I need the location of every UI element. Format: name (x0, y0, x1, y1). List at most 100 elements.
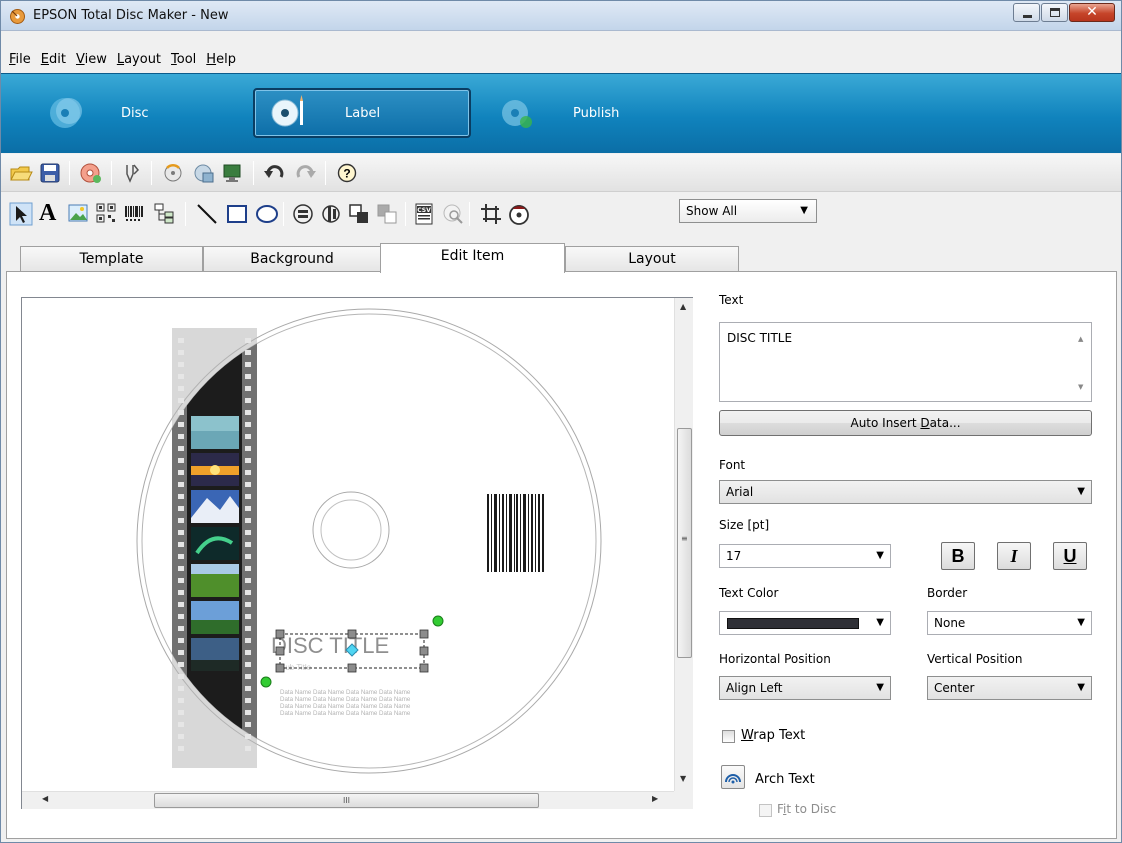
text-input-value: DISC TITLE (727, 331, 793, 345)
save-icon[interactable] (39, 162, 61, 184)
hscroll-grip: III (342, 796, 351, 805)
scrollbar-corner (674, 791, 693, 809)
text-tool-icon[interactable]: A (39, 200, 56, 227)
horizontal-scrollbar[interactable]: ◀ III ▶ (22, 791, 674, 809)
auto-insert-data-button[interactable]: Auto Insert Data... (719, 410, 1092, 436)
menu-view[interactable]: View (72, 48, 113, 72)
data-line: Data Name Data Name Data Name Data Name (280, 689, 411, 696)
horizontal-position-value: Align Left (726, 681, 783, 695)
underline-button[interactable]: U (1053, 542, 1087, 570)
line-tool-icon[interactable] (195, 202, 219, 226)
minimize-button[interactable] (1013, 3, 1040, 22)
disc-print-icon[interactable] (79, 162, 103, 184)
select-pointer-icon[interactable] (9, 202, 33, 226)
window-title: EPSON Total Disc Maker - New (33, 8, 229, 23)
scroll-down-icon[interactable]: ▼ (1078, 383, 1083, 391)
tab-edit-item[interactable]: Edit Item (380, 243, 565, 273)
menu-layout[interactable]: Layout (113, 48, 167, 72)
rectangle-tool-icon[interactable] (225, 202, 249, 226)
scroll-right-icon[interactable]: ▶ (652, 794, 658, 803)
mode-publish-button[interactable]: Publish (497, 88, 619, 138)
display-icon[interactable] (221, 162, 245, 184)
image-tool-icon[interactable] (67, 202, 89, 224)
fit-to-disc-checkbox[interactable] (759, 804, 772, 817)
wrap-text-checkbox[interactable] (722, 730, 735, 743)
bring-forward-icon[interactable] (347, 202, 371, 226)
menu-tool-rest: ool (176, 52, 197, 67)
send-backward-icon[interactable] (375, 202, 399, 226)
maximize-button[interactable] (1041, 3, 1068, 22)
align-center-icon[interactable] (291, 202, 315, 226)
vertical-position-dropdown[interactable]: Center ▼ (927, 676, 1092, 700)
menu-tool[interactable]: Tool (167, 48, 202, 72)
mode-bar: Disc Label Publish (1, 73, 1121, 153)
qr-code-icon[interactable] (95, 202, 117, 224)
menu-edit[interactable]: Edit (37, 48, 72, 72)
disc-refresh-icon[interactable] (161, 162, 185, 184)
scroll-left-icon[interactable]: ◀ (42, 794, 48, 803)
text-input[interactable]: DISC TITLE ▲ ▼ (719, 322, 1092, 402)
help-icon[interactable]: ? (335, 162, 359, 184)
tree-view-icon[interactable] (153, 202, 175, 224)
crop-icon[interactable] (479, 202, 503, 226)
bold-button[interactable]: B (941, 542, 975, 570)
app-icon (10, 9, 25, 24)
arch-text-button[interactable] (721, 765, 745, 789)
chevron-down-icon: ▼ (1077, 486, 1085, 497)
minimize-icon (1023, 15, 1032, 18)
tools-icon[interactable] (121, 162, 143, 184)
close-button[interactable]: ✕ (1069, 3, 1115, 22)
menu-file[interactable]: File (5, 48, 37, 72)
tab-background[interactable]: Background (203, 246, 381, 271)
disc-settings-icon[interactable] (507, 202, 531, 226)
auto-insert-pre: Auto Insert (850, 416, 921, 430)
horizontal-scroll-thumb[interactable]: III (154, 793, 539, 808)
view-filter-dropdown[interactable]: Show All ▼ (679, 199, 817, 223)
font-label: Font (719, 458, 746, 472)
csv-import-icon[interactable]: CSV (413, 202, 437, 226)
auto-insert-post: ata... (929, 416, 961, 430)
barcode-icon[interactable] (123, 202, 147, 224)
item-properties: Text DISC TITLE ▲ ▼ Auto Insert Data... … (719, 272, 1099, 832)
text-label: Text (719, 293, 744, 307)
font-dropdown-value: Arial (726, 485, 754, 499)
data-text-block[interactable]: Data Name Data Name Data Name Data Name … (280, 689, 411, 717)
horizontal-position-dropdown[interactable]: Align Left ▼ (719, 676, 891, 700)
open-folder-icon[interactable] (9, 162, 33, 184)
align-middle-icon[interactable] (319, 202, 343, 226)
publish-icon (502, 100, 532, 128)
scroll-down-icon[interactable]: ▼ (680, 774, 686, 783)
mode-publish-label: Publish (573, 105, 620, 121)
mode-disc-button[interactable]: Disc (45, 88, 149, 138)
scroll-up-icon[interactable]: ▲ (680, 302, 686, 311)
chevron-down-icon: ▼ (876, 617, 884, 628)
data-line: Data Name Data Name Data Name Data Name (280, 703, 411, 710)
rotate-handle[interactable] (260, 676, 272, 688)
border-label: Border (927, 586, 968, 600)
vertical-scrollbar[interactable]: ▲ ≡ ▼ (674, 298, 693, 791)
border-dropdown-value: None (934, 616, 966, 630)
tab-layout[interactable]: Layout (565, 246, 739, 271)
text-color-picker[interactable]: ▼ (719, 611, 891, 635)
underline-icon: U (1063, 546, 1077, 566)
border-dropdown[interactable]: None ▼ (927, 611, 1092, 635)
ellipse-tool-icon[interactable] (255, 202, 279, 226)
scroll-up-icon[interactable]: ▲ (1078, 335, 1083, 343)
size-dropdown[interactable]: 17 ▼ (719, 544, 891, 568)
tab-template[interactable]: Template (20, 246, 203, 271)
close-icon: ✕ (1086, 4, 1098, 20)
mode-label-button[interactable]: Label (253, 88, 471, 138)
font-dropdown[interactable]: Arial ▼ (719, 480, 1092, 504)
undo-icon[interactable] (263, 162, 287, 184)
disc-preview: DISC TITLE Sub Title Data Name Data Name… (136, 308, 602, 774)
text-input-scrollbar[interactable]: ▲ ▼ (1073, 323, 1091, 401)
disc-capture-icon[interactable] (191, 162, 215, 184)
italic-button[interactable]: I (997, 542, 1031, 570)
disc-zoom-icon[interactable] (441, 202, 465, 226)
redo-icon[interactable] (293, 162, 317, 184)
label-canvas[interactable]: DISC TITLE Sub Title Data Name Data Name… (21, 297, 693, 809)
rotate-handle[interactable] (432, 615, 444, 627)
chevron-down-icon: ▼ (1077, 617, 1085, 628)
vertical-scroll-thumb[interactable]: ≡ (677, 428, 692, 658)
menu-help[interactable]: Help (202, 48, 242, 72)
